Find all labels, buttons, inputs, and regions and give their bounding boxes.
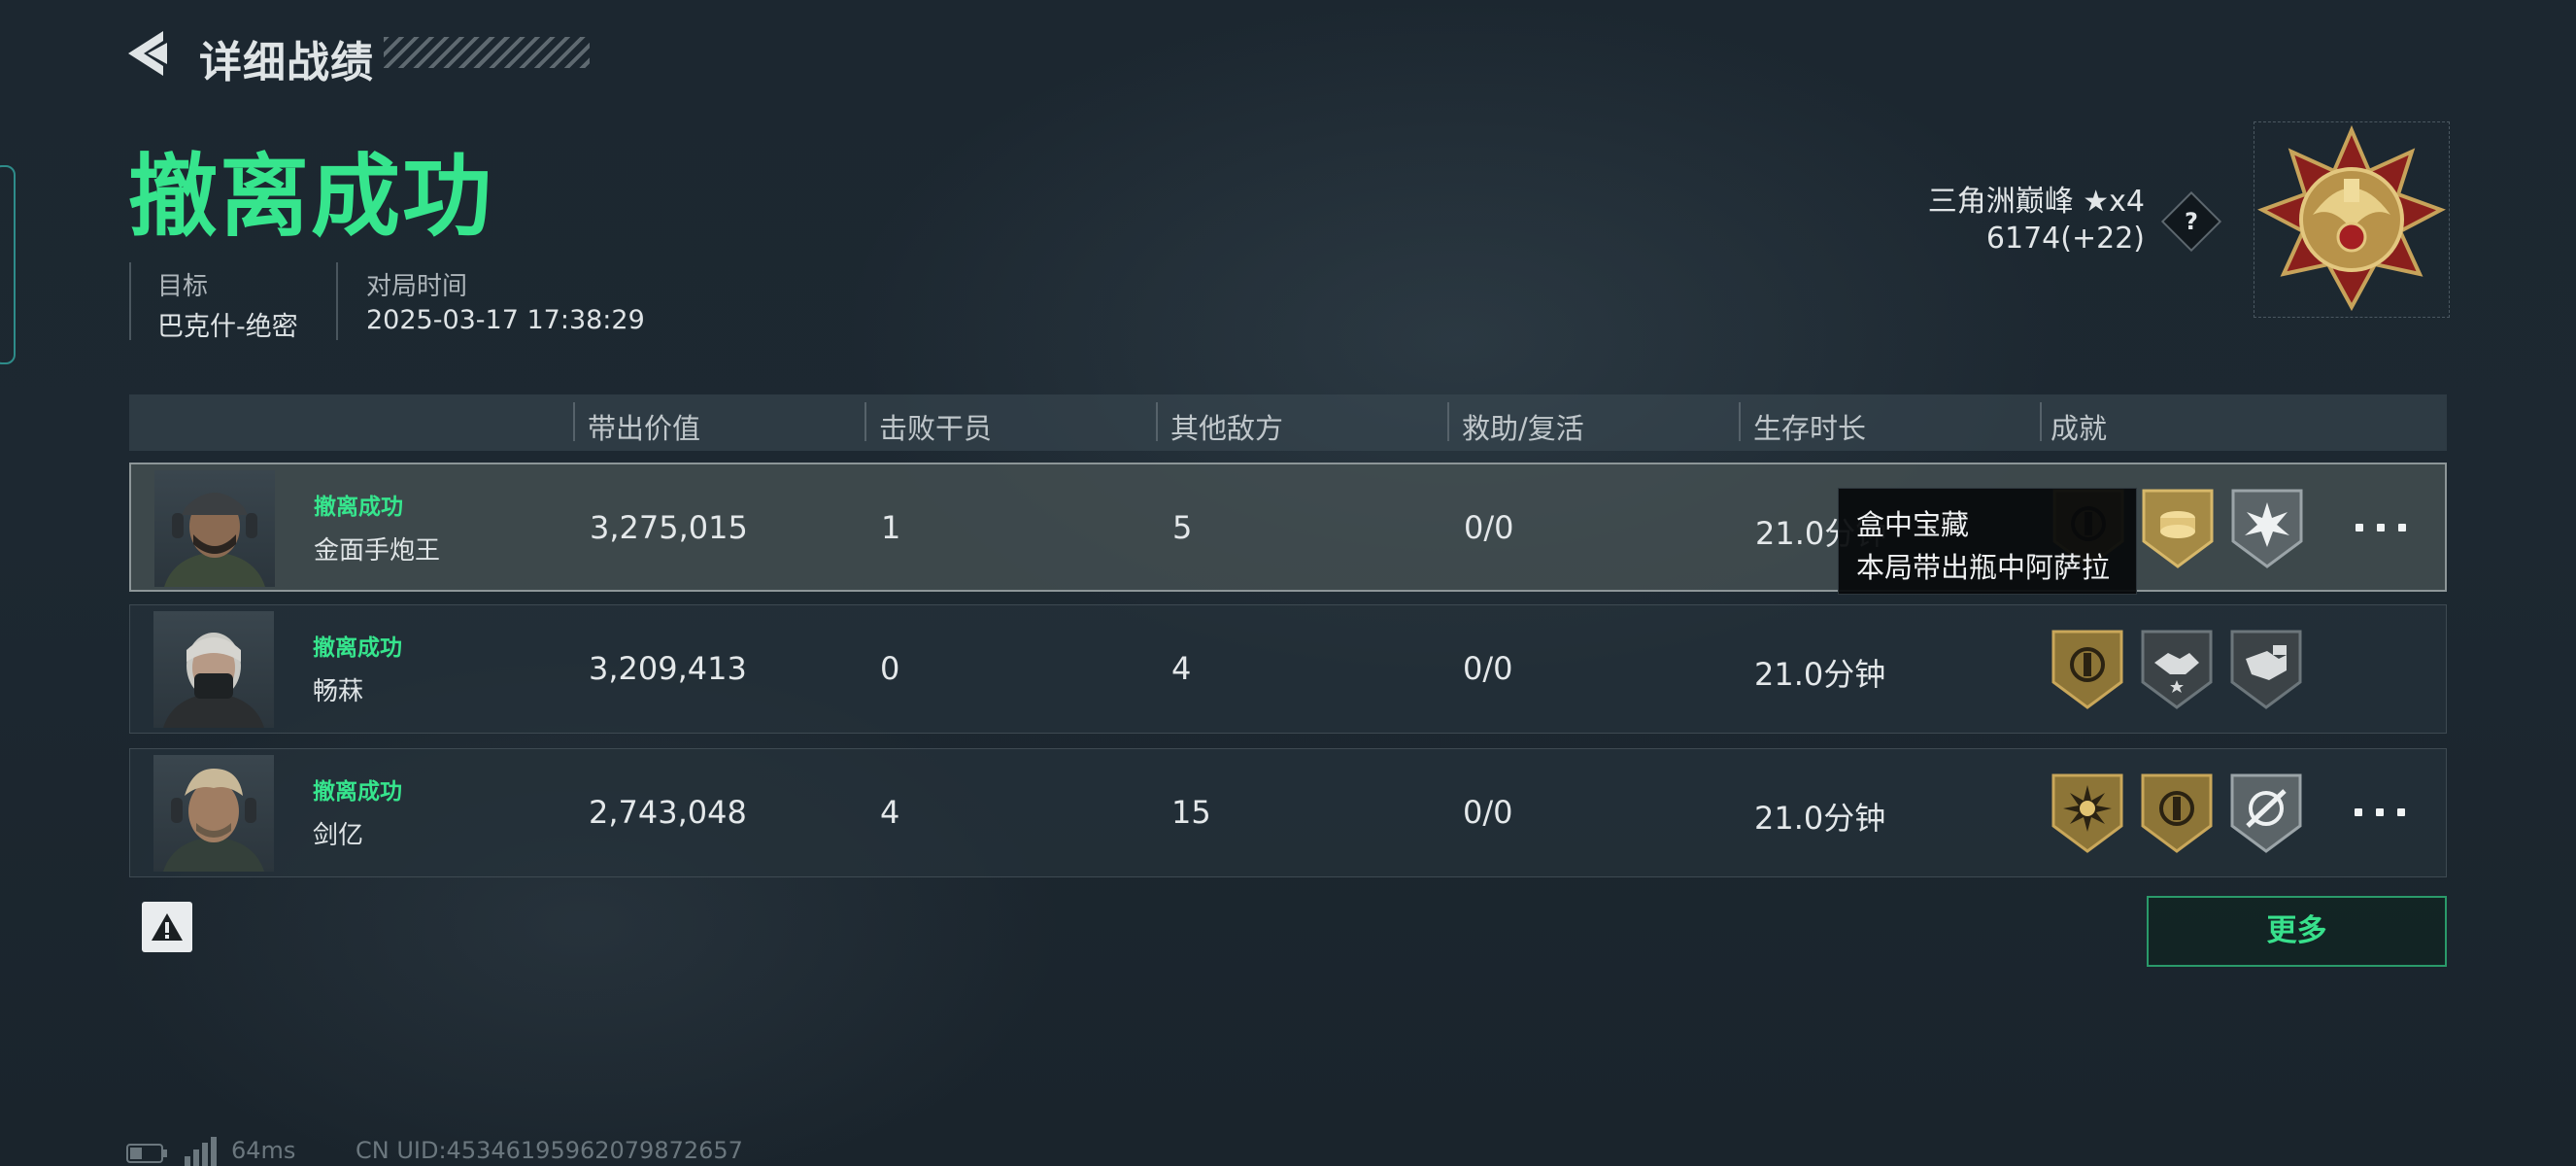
col-other-enemies: 其他敌方 — [1170, 412, 1284, 445]
more-button[interactable]: 更多 — [2147, 896, 2447, 967]
match-time-label: 对局时间 — [366, 272, 468, 301]
sun-medal-icon[interactable] — [2051, 773, 2123, 853]
safe-medal-icon[interactable] — [2141, 773, 2213, 853]
player-status: 撤离成功 — [313, 635, 402, 661]
signal-icon — [185, 1137, 217, 1166]
warning-icon — [152, 913, 183, 941]
page-title: 详细战绩 — [199, 38, 374, 87]
survival-time: 21.0分钟 — [1754, 656, 1886, 693]
other-enemies: 5 — [1172, 509, 1193, 546]
handshake-medal-icon[interactable] — [2141, 630, 2213, 709]
rescue-revive: 0/0 — [1463, 794, 1513, 831]
target-value: 巴克什-绝密 — [157, 312, 298, 342]
help-glyph: ? — [2185, 208, 2198, 235]
burst-medal-icon[interactable] — [2231, 489, 2303, 568]
player-row[interactable]: 撤离成功 剑亿 2,743,048 4 15 0/0 21.0分钟 — [129, 748, 2447, 877]
rank-score: 6174(+22) — [1985, 222, 2145, 256]
help-button[interactable]: ? — [2160, 190, 2222, 253]
report-button[interactable] — [142, 902, 192, 952]
side-drawer-handle[interactable] — [0, 165, 16, 364]
rescue-revive: 0/0 — [1463, 650, 1513, 687]
other-enemies: 15 — [1171, 794, 1211, 831]
other-enemies: 4 — [1171, 650, 1192, 687]
safe-medal-icon[interactable] — [2051, 630, 2123, 709]
column-separator — [864, 402, 866, 441]
col-survival-time: 生存时长 — [1753, 412, 1867, 445]
player-avatar — [153, 755, 274, 872]
column-separator — [2040, 402, 2042, 441]
meta-divider — [336, 262, 338, 340]
extraction-status-title: 撤离成功 — [128, 145, 494, 249]
col-achievements: 成就 — [2051, 412, 2108, 445]
col-rescue-revive: 救助/复活 — [1462, 412, 1584, 445]
operators-defeated: 1 — [881, 509, 901, 546]
column-separator — [1156, 402, 1158, 441]
extract-value: 3,209,413 — [589, 650, 747, 687]
table-header: 带出价值 击败干员 其他敌方 救助/复活 生存时长 成就 — [129, 394, 2447, 451]
column-separator — [573, 402, 575, 441]
player-status: 撤离成功 — [314, 495, 403, 520]
ping-value: 64ms — [231, 1137, 296, 1164]
player-name: 金面手炮王 — [314, 536, 441, 566]
player-status: 撤离成功 — [313, 779, 402, 805]
rank-name: 三角洲巅峰 ★x4 — [1927, 185, 2145, 219]
col-operators-defeated: 击败干员 — [879, 412, 993, 445]
col-extract-value: 带出价值 — [588, 412, 701, 445]
column-separator — [1739, 402, 1741, 441]
rescue-revive: 0/0 — [1464, 509, 1514, 546]
rank-badge[interactable] — [2254, 121, 2450, 318]
tooltip-description: 本局带出瓶中阿萨拉 — [1856, 551, 2111, 584]
row-more-options-button[interactable] — [2355, 800, 2407, 823]
player-avatar — [154, 470, 275, 587]
deal-medal-icon[interactable] — [2230, 630, 2302, 709]
extract-value: 2,743,048 — [589, 794, 747, 831]
player-avatar — [153, 611, 274, 728]
match-time-value: 2025-03-17 17:38:29 — [366, 305, 645, 335]
row-more-options-button[interactable] — [2356, 515, 2408, 538]
rank-emblem-icon — [2257, 124, 2446, 312]
operators-defeated: 4 — [880, 794, 900, 831]
tooltip-title: 盒中宝藏 — [1856, 508, 1970, 541]
target-label: 目标 — [157, 272, 209, 301]
target-medal-icon[interactable] — [2230, 773, 2302, 853]
user-uid: CN UID:4534619596207987265​7 — [356, 1137, 743, 1164]
back-arrow-icon[interactable] — [124, 29, 171, 78]
achievement-tooltip: 盒中宝藏 本局带出瓶中阿萨拉 — [1838, 488, 2137, 595]
coin-stack-medal-icon[interactable] — [2142, 489, 2214, 568]
battery-icon — [126, 1144, 167, 1163]
operators-defeated: 0 — [880, 650, 900, 687]
player-name: 剑亿 — [313, 821, 364, 850]
player-name: 畅菻 — [313, 677, 364, 706]
player-row[interactable]: 撤离成功 畅菻 3,209,413 0 4 0/0 21.0分钟 — [129, 604, 2447, 734]
title-stripes — [384, 37, 590, 68]
extract-value: 3,275,015 — [590, 509, 748, 546]
meta-divider — [129, 262, 131, 340]
survival-time: 21.0分钟 — [1754, 800, 1886, 837]
column-separator — [1447, 402, 1449, 441]
